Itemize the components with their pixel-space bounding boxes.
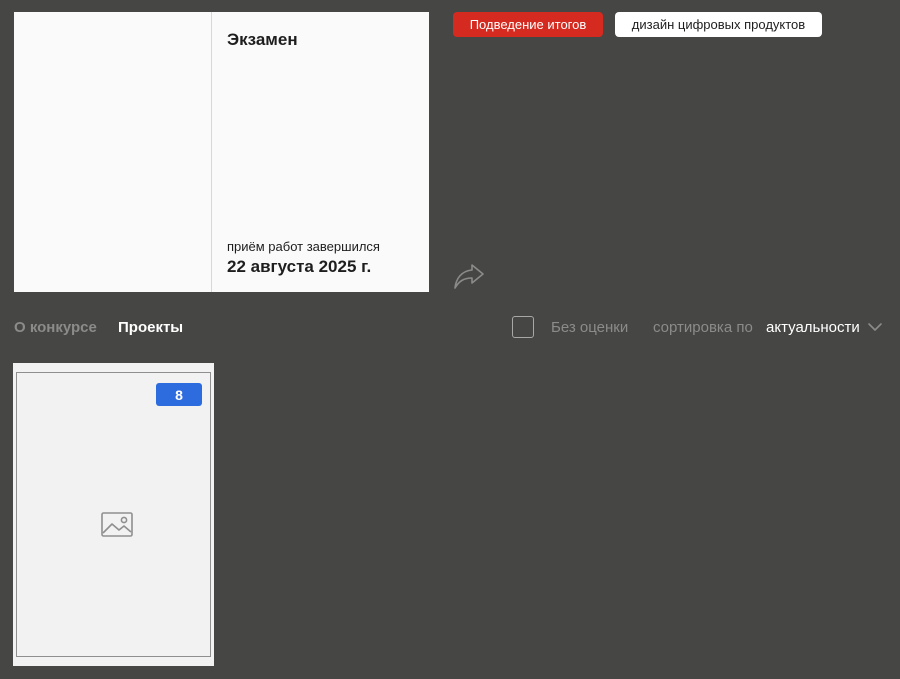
sort-select[interactable]: актуальности [766,318,860,338]
tab-about[interactable]: О конкурсе [14,318,97,338]
contest-title: Экзамен [227,30,298,49]
contest-cover [14,12,212,292]
tab-projects[interactable]: Проекты [118,318,183,338]
sort-prefix: сортировка по [653,319,753,336]
image-placeholder-icon [101,512,133,537]
project-thumbnail[interactable]: 8 [16,372,211,657]
deadline-caption: приём работ завершился [227,239,380,254]
contest-card: Экзамен приём работ завершился 22 август… [14,12,429,292]
share-arrow-icon[interactable] [452,262,486,290]
category-tag[interactable]: дизайн цифровых продуктов [615,12,822,37]
deadline-date: 22 августа 2025 г. [227,257,372,276]
project-number-badge: 8 [156,383,202,406]
contest-info: Экзамен приём работ завершился 22 август… [212,12,429,292]
no-rating-label[interactable]: Без оценки [551,318,628,338]
chevron-down-icon[interactable] [867,320,883,334]
status-tag[interactable]: Подведение итогов [453,12,603,37]
no-rating-checkbox[interactable] [512,316,534,338]
project-card[interactable]: 8 [13,363,214,666]
